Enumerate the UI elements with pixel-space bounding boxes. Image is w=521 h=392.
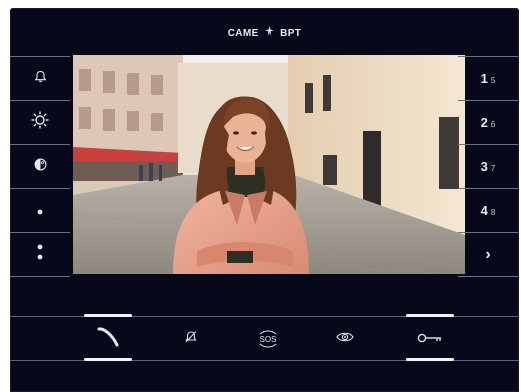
door-3-button[interactable]: 37 xyxy=(458,144,518,188)
right-bottom-slider[interactable] xyxy=(406,358,454,361)
brand-right: BPT xyxy=(280,28,302,39)
color-palette-icon xyxy=(34,158,47,176)
door-4-label: 4 xyxy=(480,203,488,218)
door-2-label: 2 xyxy=(480,115,488,130)
two-dots-button[interactable] xyxy=(10,232,70,277)
next-button[interactable]: › xyxy=(458,232,518,277)
came-star-icon xyxy=(264,26,274,39)
camera-feed-icon xyxy=(73,55,465,274)
right-top-slider[interactable] xyxy=(406,314,454,317)
sos-label: SOS xyxy=(259,334,277,344)
bell-button[interactable] xyxy=(10,56,70,100)
door-3-label: 3 xyxy=(480,159,488,174)
door-4-button[interactable]: 48 xyxy=(458,188,518,232)
intercom-monitor: CAME BPT 1 5 2 6 3 7 4 8 › SOS xyxy=(10,8,519,392)
bell-icon xyxy=(34,70,47,88)
bottom-action-bar: SOS xyxy=(10,322,519,356)
handset-icon xyxy=(96,326,120,353)
left-top-slider[interactable] xyxy=(84,314,132,317)
left-bottom-slider[interactable] xyxy=(84,358,132,361)
single-dot-icon xyxy=(37,202,43,220)
chevron-right-icon: › xyxy=(485,245,491,263)
brightness-icon xyxy=(31,111,49,134)
two-dots-icon xyxy=(37,243,43,266)
left-control-column xyxy=(10,56,70,277)
door-1-sublabel: 5 xyxy=(490,76,496,85)
brightness-button[interactable] xyxy=(10,100,70,144)
eye-icon xyxy=(336,330,354,348)
right-control-column: 15 26 37 48 › xyxy=(458,56,518,277)
door-open-button[interactable] xyxy=(395,322,465,356)
bell-off-icon xyxy=(184,330,198,349)
door-1-button[interactable]: 15 xyxy=(458,56,518,100)
sos-icon: SOS xyxy=(256,330,280,348)
door-2-button[interactable]: 26 xyxy=(458,100,518,144)
door-2-sublabel: 6 xyxy=(490,120,496,129)
brand-logo: CAME BPT xyxy=(10,26,519,39)
view-button[interactable] xyxy=(310,322,380,356)
brand-left: CAME xyxy=(227,28,259,39)
color-button[interactable] xyxy=(10,144,70,188)
single-dot-button[interactable] xyxy=(10,188,70,232)
mute-button[interactable] xyxy=(156,322,226,356)
key-icon xyxy=(417,330,443,348)
door-4-sublabel: 8 xyxy=(490,208,496,217)
answer-button[interactable] xyxy=(73,322,143,356)
door-1-label: 1 xyxy=(480,71,488,86)
door-3-sublabel: 7 xyxy=(490,164,496,173)
video-feed xyxy=(73,55,465,274)
sos-button[interactable]: SOS xyxy=(233,322,303,356)
